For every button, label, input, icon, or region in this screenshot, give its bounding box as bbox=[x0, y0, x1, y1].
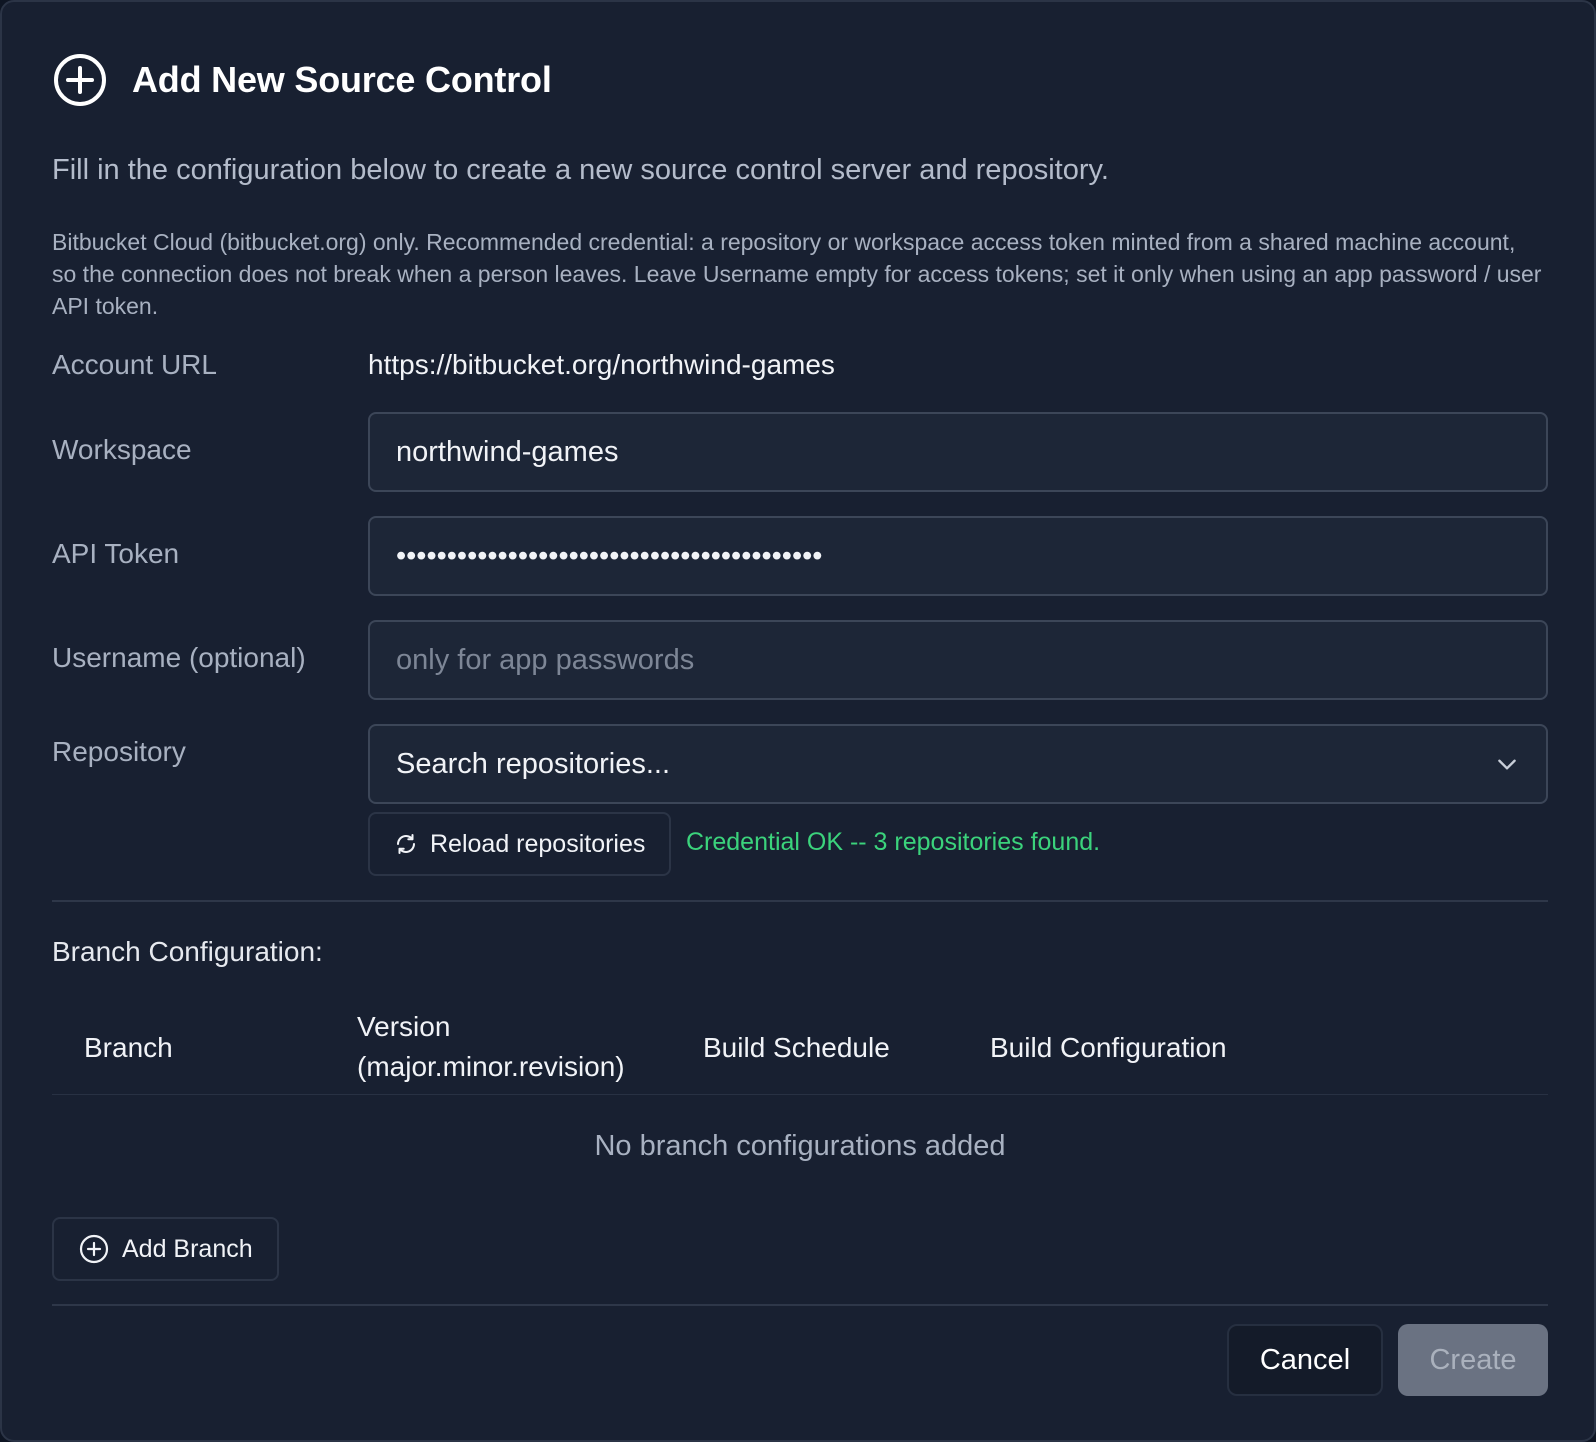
column-header-branch: Branch bbox=[84, 1032, 173, 1063]
api-token-field[interactable]: ••••••••••••••••••••••••••••••••••••••••… bbox=[368, 516, 1548, 596]
branch-config-title: Branch Configuration: bbox=[52, 936, 323, 967]
account-url-value: https://bitbucket.org/northwind-games bbox=[368, 349, 835, 380]
refresh-icon bbox=[397, 834, 415, 854]
column-header-build-configuration: Build Configuration bbox=[990, 1032, 1227, 1063]
credential-status: Credential OK -- 3 repositories found. bbox=[686, 828, 1101, 856]
workspace-field[interactable] bbox=[368, 412, 1548, 492]
workspace-label: Workspace bbox=[52, 434, 192, 465]
account-url-label: Account URL bbox=[52, 349, 217, 380]
chevron-down-icon bbox=[1498, 759, 1516, 770]
add-branch-label: Add Branch bbox=[122, 1234, 253, 1263]
create-button[interactable]: Create bbox=[1398, 1324, 1548, 1396]
username-field[interactable] bbox=[368, 620, 1548, 700]
reload-repositories-button[interactable]: Reload repositories bbox=[368, 812, 672, 876]
repository-select-value: Search repositories... bbox=[396, 747, 671, 780]
add-branch-button[interactable]: Add Branch bbox=[52, 1217, 279, 1281]
empty-branches-message: No branch configurations added bbox=[594, 1130, 1006, 1162]
section-divider bbox=[52, 900, 1548, 902]
add-source-control-dialog: Add New Source Control Fill in the confi… bbox=[0, 0, 1596, 1442]
reload-repositories-label: Reload repositories bbox=[430, 829, 646, 858]
footer-divider bbox=[52, 1304, 1548, 1306]
plus-circle-icon bbox=[54, 54, 106, 106]
username-input[interactable] bbox=[396, 643, 1520, 677]
table-header-divider bbox=[52, 1094, 1548, 1095]
plus-circle-icon bbox=[79, 1234, 109, 1264]
repository-label: Repository bbox=[52, 736, 186, 767]
cancel-button[interactable]: Cancel bbox=[1227, 1324, 1383, 1396]
dialog-title: Add New Source Control bbox=[132, 59, 552, 100]
api-token-label: API Token bbox=[52, 538, 180, 569]
api-token-input[interactable]: ••••••••••••••••••••••••••••••••••••••••… bbox=[396, 540, 822, 573]
column-header-build-schedule: Build Schedule bbox=[703, 1032, 890, 1063]
workspace-input[interactable] bbox=[396, 435, 1520, 469]
dialog-header: Add New Source Control bbox=[52, 52, 552, 108]
credential-note: Bitbucket Cloud (bitbucket.org) only. Re… bbox=[52, 229, 1542, 319]
username-label: Username (optional) bbox=[52, 642, 306, 673]
column-header-version: Version (major.minor.revision) bbox=[357, 1011, 625, 1082]
dialog-subtitle: Fill in the configuration below to creat… bbox=[52, 154, 1109, 186]
repository-select[interactable]: Search repositories... bbox=[368, 724, 1548, 804]
